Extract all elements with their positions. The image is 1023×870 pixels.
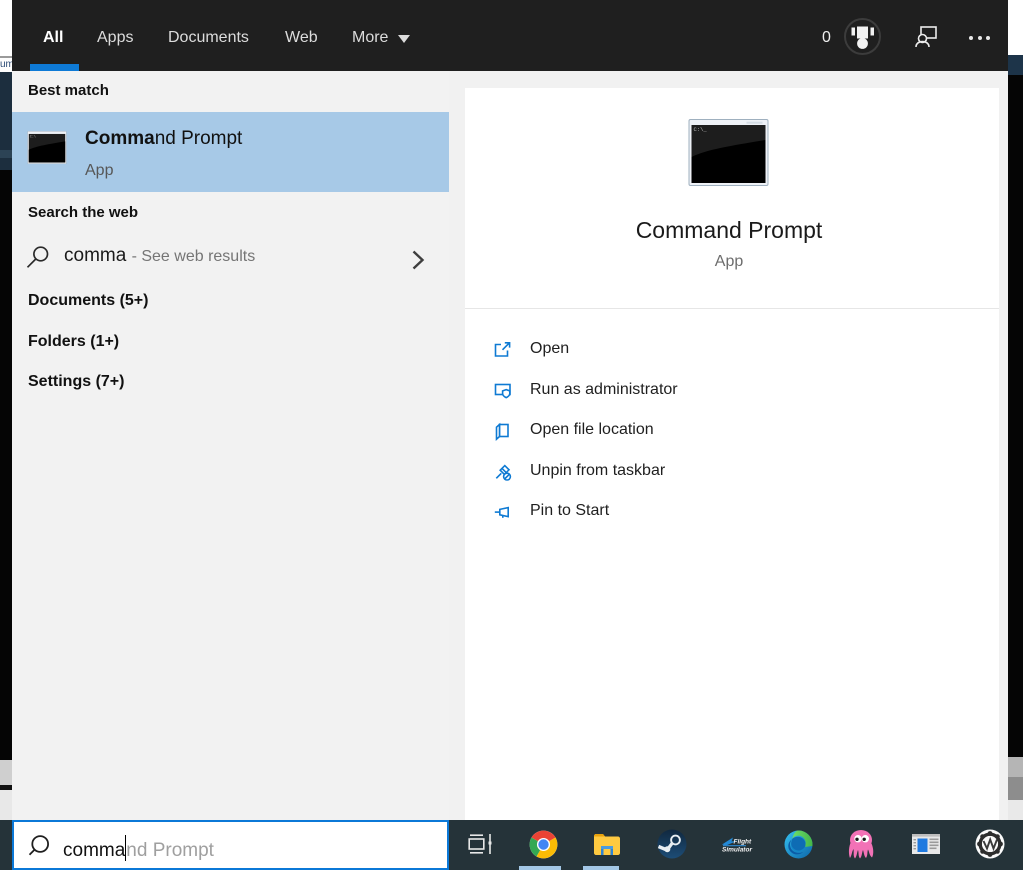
svg-text:C:\_: C:\_ [694,126,708,133]
svg-text:Flight: Flight [734,839,753,846]
svg-text:C:\: C:\ [30,134,36,139]
svg-text:Simulator: Simulator [722,847,752,854]
